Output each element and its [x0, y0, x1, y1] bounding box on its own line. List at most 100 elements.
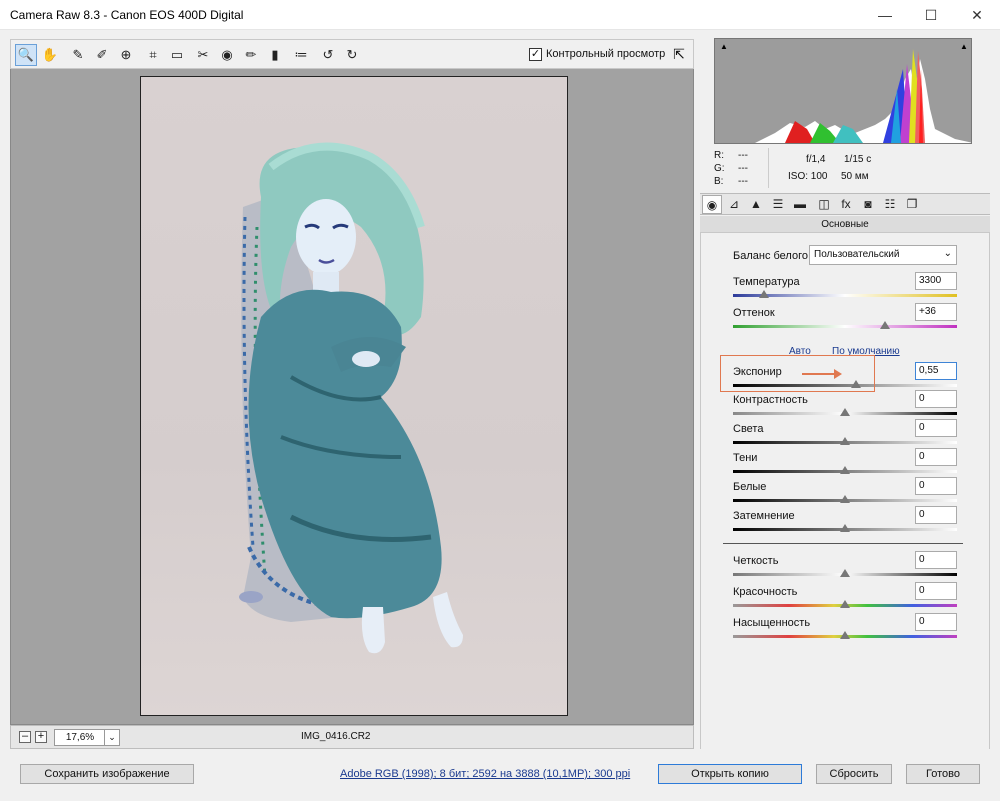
highlights-thumb[interactable] [840, 437, 850, 445]
shadows-thumb[interactable] [840, 466, 850, 474]
readout-divider [768, 148, 769, 188]
g-label: G: [714, 163, 725, 174]
white-balance-value: Пользовательский [814, 249, 900, 260]
vibrance-input[interactable]: 0 [915, 582, 957, 600]
done-button[interactable]: Готово [906, 764, 980, 784]
tab-hsl-icon[interactable]: ☰ [768, 195, 788, 214]
contrast-input[interactable]: 0 [915, 390, 957, 408]
panel-title: Основные [700, 216, 990, 233]
temperature-label: Температура [733, 276, 800, 288]
adjustment-brush-tool-icon[interactable]: ✏ [240, 44, 262, 66]
temperature-input[interactable]: 3300 [915, 272, 957, 290]
tab-snapshots-icon[interactable]: ❐ [902, 195, 922, 214]
spot-removal-tool-icon[interactable]: ✂ [192, 44, 214, 66]
zoom-level-select[interactable]: 17,6% ⌄ [54, 729, 120, 746]
tool-bar: 🔍 ✋ ✎ ✐ ⊕ ⌗ ▭ ✂ ◉ ✏ ▮ ≔ ↺ ↻ ✓ Контрольны… [10, 39, 694, 69]
tab-detail-icon[interactable]: ▲ [746, 195, 766, 214]
highlights-label: Света [733, 423, 764, 435]
minimize-button[interactable]: — [862, 0, 908, 30]
vibrance-thumb[interactable] [840, 600, 850, 608]
preview-canvas[interactable] [10, 69, 694, 725]
iso-value: ISO: 100 [788, 171, 828, 182]
title-bar: Camera Raw 8.3 - Canon EOS 400D Digital … [0, 0, 1000, 30]
rotate-right-icon[interactable]: ↻ [341, 44, 363, 66]
workflow-options-link[interactable]: Adobe RGB (1998); 8 бит; 2592 на 3888 (1… [340, 768, 630, 780]
clarity-input[interactable]: 0 [915, 551, 957, 569]
shadows-input[interactable]: 0 [915, 448, 957, 466]
maximize-button[interactable]: ☐ [908, 0, 954, 30]
temperature-slider-row: Температура 3300 [701, 272, 991, 304]
tab-split-toning-icon[interactable]: ▬ [790, 195, 810, 214]
red-eye-tool-icon[interactable]: ◉ [216, 44, 238, 66]
saturation-label: Насыщенность [733, 617, 811, 629]
highlights-slider-row: Света 0 [701, 419, 991, 451]
save-image-button[interactable]: Сохранить изображение [20, 764, 194, 784]
preview-label: Контрольный просмотр [546, 48, 666, 60]
reset-button[interactable]: Сбросить [816, 764, 892, 784]
saturation-thumb[interactable] [840, 631, 850, 639]
tab-camera-calibration-icon[interactable]: ◙ [858, 195, 878, 214]
tint-thumb[interactable] [880, 321, 891, 329]
targeted-adjustment-tool-icon[interactable]: ⊕ [115, 44, 137, 66]
whites-slider-row: Белые 0 [701, 477, 991, 509]
whites-input[interactable]: 0 [915, 477, 957, 495]
fullscreen-icon[interactable]: ⇱ [669, 45, 689, 65]
preview-checkbox[interactable]: ✓ [529, 48, 542, 61]
b-label: B: [714, 176, 724, 187]
panel-tabs: ◉ ⊿ ▲ ☰ ▬ ◫ fx ◙ ☷ ❐ [700, 193, 990, 215]
tab-effects-icon[interactable]: fx [836, 195, 856, 214]
straighten-tool-icon[interactable]: ▭ [166, 44, 188, 66]
graduated-filter-tool-icon[interactable]: ▮ [264, 44, 286, 66]
temperature-thumb[interactable] [759, 290, 770, 298]
status-bar: – + 17,6% ⌄ IMG_0416.CR2 [10, 725, 694, 749]
contrast-thumb[interactable] [840, 408, 850, 416]
rotate-left-icon[interactable]: ↺ [317, 44, 339, 66]
close-button[interactable]: ✕ [954, 0, 1000, 30]
tint-track[interactable] [733, 325, 957, 328]
white-balance-label: Баланс белого: [733, 250, 812, 262]
aperture-value: f/1,4 [806, 154, 826, 165]
clarity-thumb[interactable] [840, 569, 850, 577]
filename-label: IMG_0416.CR2 [301, 731, 371, 742]
radial-filter-tool-icon[interactable]: ≔ [290, 44, 312, 66]
tab-tone-curve-icon[interactable]: ⊿ [724, 195, 744, 214]
blacks-thumb[interactable] [840, 524, 850, 532]
tab-lens-corrections-icon[interactable]: ◫ [814, 195, 834, 214]
zoom-out-button[interactable]: – [19, 731, 31, 743]
blacks-slider-row: Затемнение 0 [701, 506, 991, 538]
r-label: R: [714, 150, 724, 161]
saturation-input[interactable]: 0 [915, 613, 957, 631]
zoom-in-button[interactable]: + [35, 731, 47, 743]
whites-thumb[interactable] [840, 495, 850, 503]
zoom-tool-icon[interactable]: 🔍 [15, 44, 37, 66]
histogram: ▲ ▲ [714, 38, 972, 144]
chevron-down-icon: ⌄ [943, 248, 952, 259]
blacks-input[interactable]: 0 [915, 506, 957, 524]
tint-input[interactable]: +36 [915, 303, 957, 321]
open-copy-button[interactable]: Открыть копию [658, 764, 802, 784]
focal-length-value: 50 мм [841, 171, 869, 182]
whites-label: Белые [733, 481, 767, 493]
r-value: --- [738, 150, 748, 161]
vibrance-slider-row: Красочность 0 [701, 582, 991, 614]
basic-panel: Баланс белого: Пользовательский ⌄ Темпер… [700, 233, 990, 749]
highlights-input[interactable]: 0 [915, 419, 957, 437]
shadows-slider-row: Тени 0 [701, 448, 991, 480]
tab-presets-icon[interactable]: ☷ [880, 195, 900, 214]
tab-basic-icon[interactable]: ◉ [702, 195, 722, 214]
saturation-slider-row: Насыщенность 0 [701, 613, 991, 645]
color-sampler-tool-icon[interactable]: ✐ [91, 44, 113, 66]
blacks-label: Затемнение [733, 510, 795, 522]
white-balance-select[interactable]: Пользовательский ⌄ [809, 245, 957, 265]
white-balance-tool-icon[interactable]: ✎ [67, 44, 89, 66]
g-value: --- [738, 163, 748, 174]
chevron-down-icon[interactable]: ⌄ [104, 730, 119, 745]
shadows-label: Тени [733, 452, 758, 464]
crop-tool-icon[interactable]: ⌗ [142, 44, 164, 66]
exposure-input[interactable]: 0,55 [915, 362, 957, 380]
section-divider [723, 543, 963, 544]
hand-tool-icon[interactable]: ✋ [39, 44, 61, 66]
clarity-label: Четкость [733, 555, 779, 567]
vibrance-label: Красочность [733, 586, 798, 598]
zoom-level-value: 17,6% [65, 732, 95, 743]
